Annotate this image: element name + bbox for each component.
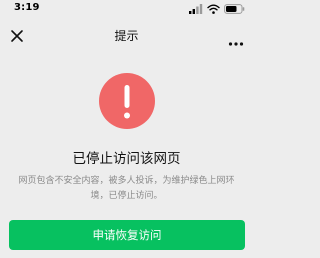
status-icons (189, 3, 245, 15)
more-icon[interactable] (228, 32, 244, 46)
exclamation-icon (99, 73, 155, 129)
request-restore-button[interactable]: 申请恢复访问 (9, 220, 245, 250)
status-bar: 3:19 (0, 0, 253, 18)
status-time: 3:19 (14, 2, 40, 13)
nav-bar: 提示 (0, 18, 253, 52)
page-title: 提示 (114, 29, 139, 43)
battery-icon (224, 4, 245, 14)
wifi-icon (207, 4, 220, 14)
blocked-headline: 已停止访问该网页 (72, 151, 181, 167)
signal-icon (189, 4, 203, 14)
blocked-description: 网页包含不安全内容，被多人投诉，为维护绿色上网环境，已停止访问。 (18, 176, 235, 201)
screen: 3:19 提示 已停止访问该网页 网页包含不安全内容，被多人投诉，为维护绿色上网… (0, 0, 253, 258)
